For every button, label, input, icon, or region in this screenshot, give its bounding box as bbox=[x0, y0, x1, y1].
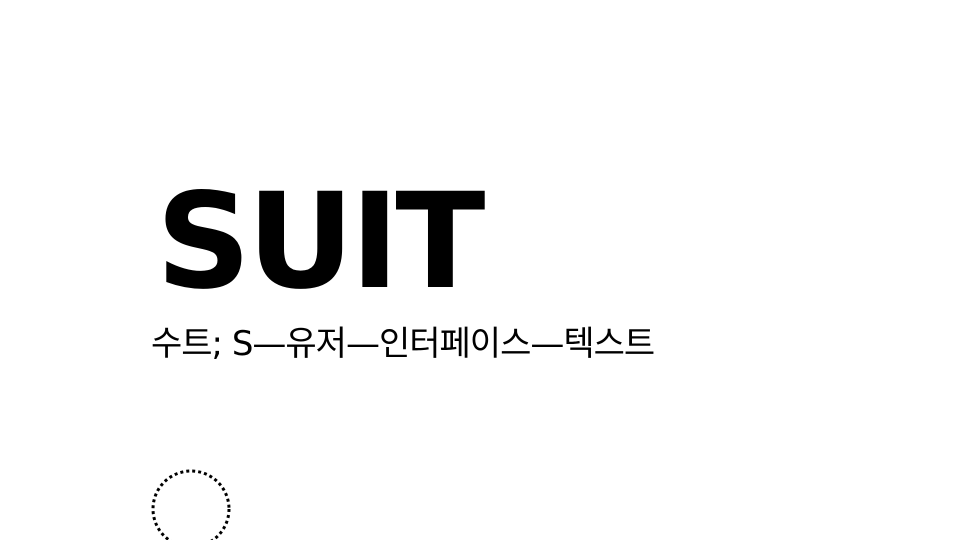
dotted-circle-icon bbox=[151, 469, 231, 540]
page-title: SUIT bbox=[156, 165, 485, 319]
dotted-circle-outline bbox=[151, 469, 231, 540]
page-subtitle: 수트; S—유저—인터페이스—텍스트 bbox=[151, 324, 655, 364]
